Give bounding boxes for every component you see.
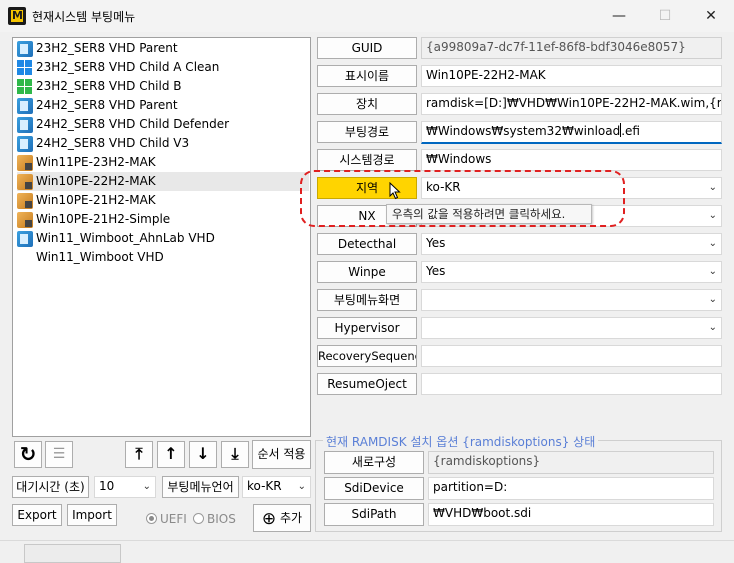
sdipath-field[interactable]: ₩VHD₩boot.sdi <box>428 503 714 526</box>
wim-icon <box>17 212 33 228</box>
description-button[interactable]: 표시이름 <box>317 65 417 87</box>
sdidevice-field[interactable]: partition=D: <box>428 477 714 500</box>
import-button[interactable]: Import <box>67 504 117 526</box>
boot-entry-list[interactable]: 23H2_SER8 VHD Parent 23H2_SER8 VHD Child… <box>12 37 311 437</box>
list-item[interactable]: Win11_Wimboot VHD <box>17 248 309 267</box>
boot-path-button[interactable]: 부팅경로 <box>317 121 417 143</box>
vhd-icon <box>17 117 33 133</box>
sdidevice-button[interactable]: SdiDevice <box>324 477 424 500</box>
status-panel <box>24 544 121 563</box>
chevron-down-icon: ⌄ <box>142 481 151 492</box>
title-bar: 현재시스템 부팅메뉴 — ☐ ✕ <box>0 0 734 32</box>
maximize-button: ☐ <box>658 8 672 24</box>
bootmenu-language-select[interactable]: ko-KR ⌄ <box>242 476 311 498</box>
move-down-button[interactable]: ↓ <box>189 441 217 468</box>
chevron-down-icon: ⌄ <box>708 322 717 333</box>
detecthal-select[interactable]: Yes ⌄ <box>421 233 722 255</box>
system-root-field[interactable]: ₩Windows <box>421 149 722 171</box>
vhd-icon <box>17 136 33 152</box>
winpe-button[interactable]: Winpe <box>317 261 417 283</box>
list-item[interactable]: 23H2_SER8 VHD Child A Clean <box>17 58 309 77</box>
timeout-button[interactable]: 대기시간 (초) <box>12 476 89 498</box>
hypervisor-select[interactable]: ⌄ <box>421 317 722 339</box>
radio-selected-icon <box>146 513 157 524</box>
radio-empty-icon <box>193 513 204 524</box>
ramdisk-new-button[interactable]: 새로구성 <box>324 451 424 474</box>
window-title: 현재시스템 부팅메뉴 <box>32 10 136 24</box>
vhd-icon <box>17 231 33 247</box>
bootmenupolicy-select[interactable]: ⌄ <box>421 289 722 311</box>
move-up-button[interactable]: ↑ <box>157 441 185 468</box>
chevron-down-icon: ⌄ <box>708 294 717 305</box>
vhd-icon <box>17 98 33 114</box>
status-bar <box>0 540 734 563</box>
mouse-cursor-icon <box>389 182 401 200</box>
bootmenu-language-button[interactable]: 부팅메뉴언어 <box>162 476 239 498</box>
list-item[interactable]: 24H2_SER8 VHD Parent <box>17 96 309 115</box>
list-item[interactable]: Win10PE-21H2-Simple <box>17 210 309 229</box>
recoverysequence-field[interactable] <box>421 345 722 367</box>
chevron-down-icon: ⌄ <box>708 182 717 193</box>
minimize-button[interactable]: — <box>596 0 642 32</box>
recoverysequence-button[interactable]: RecoverySequenc <box>317 345 417 367</box>
vhd-icon <box>17 41 33 57</box>
ramdisk-options-field: {ramdiskoptions} <box>428 451 714 474</box>
list-icon: ☰ <box>45 441 73 468</box>
wim-icon <box>17 174 33 190</box>
chevron-down-icon: ⌄ <box>708 210 717 221</box>
list-item[interactable]: 23H2_SER8 VHD Parent <box>17 39 309 58</box>
list-item[interactable]: 24H2_SER8 VHD Child Defender <box>17 115 309 134</box>
list-item[interactable]: Win10PE-21H2-MAK <box>17 191 309 210</box>
device-button[interactable]: 장치 <box>317 93 417 115</box>
detecthal-button[interactable]: Detecthal <box>317 233 417 255</box>
add-button[interactable]: ⊕ 추가 <box>253 504 311 532</box>
winpe-select[interactable]: Yes ⌄ <box>421 261 722 283</box>
list-item[interactable]: 24H2_SER8 VHD Child V3 <box>17 134 309 153</box>
boot-path-field[interactable]: ₩Windows₩system32₩winload.efi <box>421 121 722 144</box>
sdipath-button[interactable]: SdiPath <box>324 503 424 526</box>
chevron-down-icon: ⌄ <box>297 481 306 492</box>
uefi-radio: UEFI <box>146 512 187 526</box>
app-icon <box>8 7 26 25</box>
resumeobject-button[interactable]: ResumeOject <box>317 373 417 395</box>
resumeobject-field[interactable] <box>421 373 722 395</box>
move-top-button[interactable]: ⤒ <box>125 441 153 468</box>
refresh-icon[interactable]: ↻ <box>14 441 42 468</box>
bios-radio: BIOS <box>193 512 236 526</box>
hypervisor-button[interactable]: Hypervisor <box>317 317 417 339</box>
chevron-down-icon: ⌄ <box>708 266 717 277</box>
list-item[interactable]: 23H2_SER8 VHD Child B <box>17 77 309 96</box>
chevron-down-icon: ⌄ <box>708 238 717 249</box>
move-bottom-button[interactable]: ⤓ <box>221 441 249 468</box>
guid-button[interactable]: GUID <box>317 37 417 59</box>
system-root-button[interactable]: 시스템경로 <box>317 149 417 171</box>
close-button[interactable]: ✕ <box>688 0 734 32</box>
highlight-callout <box>300 170 625 227</box>
wim-icon <box>17 155 33 171</box>
apply-order-button[interactable]: 순서 적용 <box>252 440 311 469</box>
windows-blue-icon <box>17 60 33 76</box>
wim-icon <box>17 193 33 209</box>
timeout-select[interactable]: 10 ⌄ <box>94 476 156 498</box>
ramdisk-group-title: 현재 RAMDISK 설치 옵션 {ramdiskoptions} 상태 <box>323 433 599 450</box>
guid-field: {a99809a7-dc7f-11ef-86f8-bdf3046e8057} <box>421 37 722 59</box>
list-item[interactable]: Win11_Wimboot_AhnLab VHD <box>17 229 309 248</box>
description-field[interactable]: Win10PE-22H2-MAK <box>421 65 722 87</box>
device-field[interactable]: ramdisk=[D:]₩VHD₩Win10PE-22H2-MAK.wim,{r… <box>421 93 722 115</box>
add-circle-icon: ⊕ <box>261 509 277 529</box>
export-button[interactable]: Export <box>12 504 62 526</box>
bootmenupolicy-button[interactable]: 부팅메뉴화면 <box>317 289 417 311</box>
windows-green-icon <box>17 79 33 95</box>
list-item-selected[interactable]: Win10PE-22H2-MAK <box>17 172 309 191</box>
list-item[interactable]: Win11PE-23H2-MAK <box>17 153 309 172</box>
